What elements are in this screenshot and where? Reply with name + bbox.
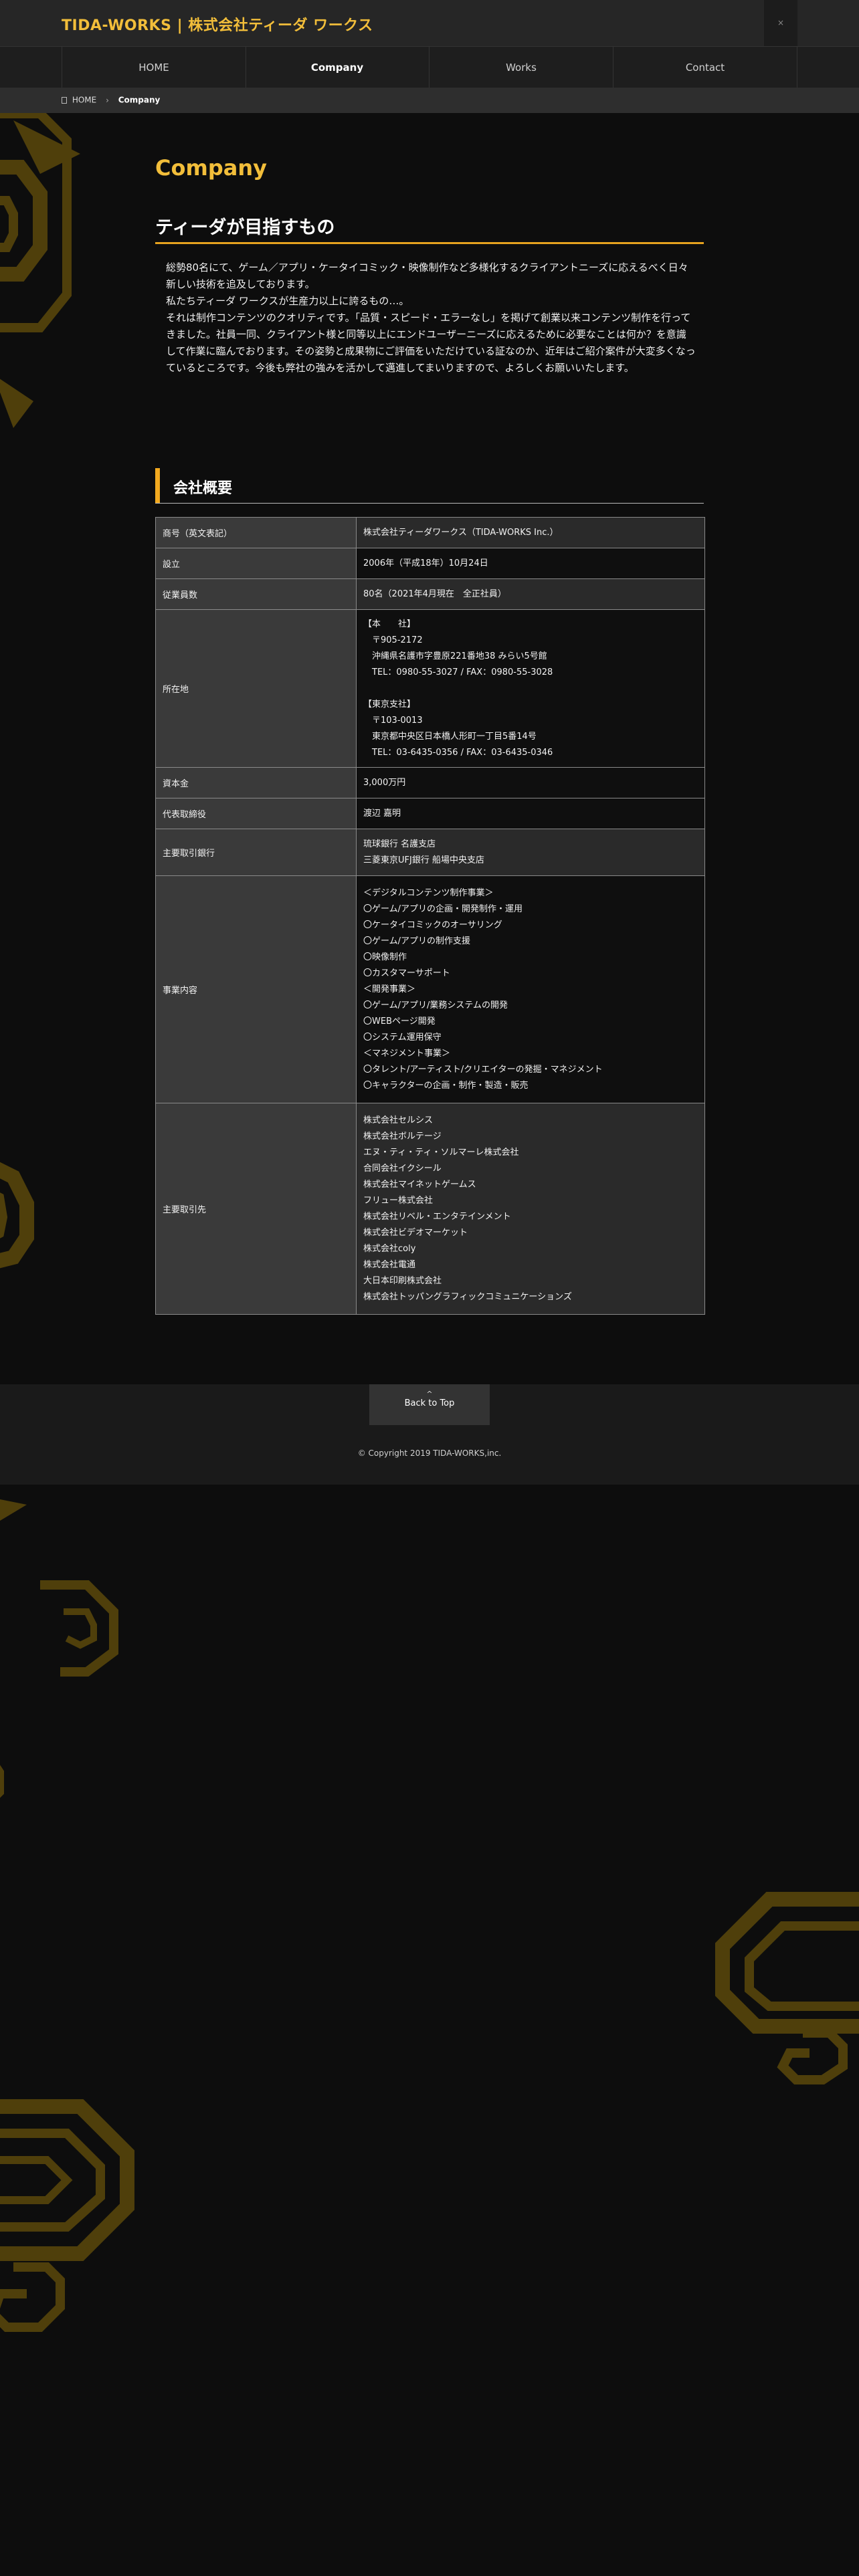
table-value-line: 【東京支社】 [363, 699, 416, 710]
table-value-cell: 2006年（平成18年）10月24日 [356, 548, 705, 579]
table-value-line: 〒905-2172 [363, 635, 423, 645]
table-header-cell: 事業内容 [155, 875, 357, 1103]
intro-paragraph: 総勢80名にて、ゲーム／アプリ・ケータイコミック・映像制作など多様化するクライア… [166, 261, 688, 290]
table-value-line: 株式会社リベル・エンタテインメント [363, 1211, 511, 1222]
table-value-line: 〇ゲーム/アプリの企画・開発制作・運用 [363, 903, 522, 914]
table-value-line: 〇タレント/アーティスト/クリエイターの発掘・マネジメント [363, 1064, 603, 1075]
table-header-cell: 所在地 [155, 609, 357, 768]
table-value-line: 株式会社セルシス [363, 1115, 434, 1125]
table-row: 資本金 3,000万円 [155, 767, 705, 798]
chevron-right-icon: › [106, 95, 109, 105]
table-value-line: 〇システム運用保守 [363, 1032, 442, 1043]
table-header-cell: 主要取引先 [155, 1103, 357, 1315]
section-title-overview: 会社概要 [155, 468, 704, 504]
table-value-line: TEL：03-6435-0356 / FAX：03-6435-0346 [363, 747, 553, 758]
table-row: 従業員数 80名（2021年4月現在 全正社員） [155, 578, 705, 610]
back-to-top-label: Back to Top [404, 1398, 455, 1408]
breadcrumb-home-link[interactable]: HOME [72, 96, 96, 105]
table-value-line: 琉球銀行 名護支店 [363, 839, 436, 849]
table-value-cell: 株式会社ティーダワークス（TIDA-WORKS Inc.） [356, 517, 705, 548]
global-nav: HOME Company Works Contact [0, 46, 859, 88]
table-header-cell: 代表取締役 [155, 798, 357, 829]
home-icon [62, 96, 67, 104]
table-value-line: 2006年（平成18年）10月24日 [363, 558, 488, 568]
section-title-text: 会社概要 [173, 480, 233, 497]
close-icon: × [777, 18, 785, 27]
table-row: 商号（英文表記） 株式会社ティーダワークス（TIDA-WORKS Inc.） [155, 517, 705, 548]
table-value-line [363, 681, 698, 697]
table-value-line: 〇ゲーム/アプリ/業務システムの開発 [363, 1000, 508, 1010]
table-header-cell: 資本金 [155, 767, 357, 798]
table-value-line: 株式会社ビデオマーケット [363, 1227, 468, 1238]
section-title-bar [155, 468, 160, 503]
table-row: 所在地 【本 社】 〒905-2172 沖縄県名護市字豊原221番地38 みらい5… [155, 609, 705, 768]
table-value-line: ＜マネジメント事業＞ [363, 1048, 451, 1059]
table-row: 主要取引先 株式会社セルシス 株式会社ボルテージエヌ・ティ・ティ・ソルマーレ株式会社… [155, 1103, 705, 1315]
table-value-line: ＜開発事業＞ [363, 984, 416, 994]
table-value-line: 大日本印刷株式会社 [363, 1275, 442, 1286]
table-header-cell: 主要取引銀行 [155, 829, 357, 876]
site-title[interactable]: TIDA-WORKS | 株式会社ティーダ ワークス [62, 13, 373, 35]
table-value-line: 株式会社ティーダワークス（TIDA-WORKS Inc.） [363, 527, 559, 538]
nav-item-company[interactable]: Company [246, 47, 430, 88]
table-value-line: 〇キャラクターの企画・制作・製造・販売 [363, 1080, 529, 1091]
table-header-cell: 商号（英文表記） [155, 517, 357, 548]
top-header: TIDA-WORKS | 株式会社ティーダ ワークス × [0, 0, 859, 46]
nav-item-home[interactable]: HOME [62, 47, 246, 88]
breadcrumb-current: Company [118, 95, 161, 105]
table-value-line: 〇ケータイコミックのオーサリング [363, 920, 502, 930]
table-value-line: 三菱東京UFJ銀行 船場中央支店 [363, 855, 484, 865]
table-value-line: 〇映像制作 [363, 952, 407, 962]
section-underline [155, 242, 704, 244]
table-value-cell: 3,000万円 [356, 767, 705, 798]
table-value-line: 株式会社coly [363, 1243, 416, 1254]
breadcrumb-bar: HOME › Company [0, 88, 859, 113]
table-row: 代表取締役 渡辺 嘉明 [155, 798, 705, 829]
table-value-line: 3,000万円 [363, 777, 406, 788]
table-row: 設立 2006年（平成18年）10月24日 [155, 548, 705, 579]
table-value-line: 東京都中央区日本橋人形町一丁目5番14号 [363, 731, 537, 742]
table-value-cell: ＜デジタルコンテンツ制作事業＞ 〇ゲーム/アプリの企画・開発制作・運用 〇ケータイコ… [356, 875, 705, 1103]
table-value-line: 株式会社ボルテージ [363, 1131, 442, 1142]
menu-toggle-button[interactable]: × [764, 0, 797, 46]
table-value-cell: 株式会社セルシス 株式会社ボルテージエヌ・ティ・ティ・ソルマーレ株式会社 合同会社イ… [356, 1103, 705, 1315]
intro-text: 総勢80名にて、ゲーム／アプリ・ケータイコミック・映像制作など多様化するクライア… [166, 259, 696, 377]
table-value-line: 株式会社電通 [363, 1259, 416, 1270]
table-value-line: 〇ゲーム/アプリの制作支援 [363, 936, 470, 946]
intro-paragraph: 私たちティーダ ワークスが生産力以上に誇るもの…。 [166, 295, 409, 307]
intro-paragraph: それは制作コンテンツのクオリティです。「品質・スピード・エラーなし」を掲げて創業… [166, 312, 696, 374]
table-value-cell: 渡辺 嘉明 [356, 798, 705, 829]
nav-item-works[interactable]: Works [430, 47, 613, 88]
table-header-cell: 従業員数 [155, 578, 357, 610]
table-value-line: 株式会社トッパングラフィックコミュニケーションズ [363, 1291, 572, 1302]
table-value-cell: 琉球銀行 名護支店三菱東京UFJ銀行 船場中央支店 [356, 829, 705, 876]
table-value-line: 株式会社マイネットゲームス [363, 1179, 476, 1190]
table-value-line: ＜デジタルコンテンツ制作事業＞ [363, 887, 494, 898]
breadcrumb: HOME › Company [62, 95, 160, 105]
table-value-line: エヌ・ティ・ティ・ソルマーレ株式会社 [363, 1147, 519, 1158]
chevron-up-icon: ^ [426, 1390, 433, 1398]
company-overview-table: 商号（英文表記） 株式会社ティーダワークス（TIDA-WORKS Inc.） 設立 2… [155, 517, 705, 1315]
table-value-cell: 80名（2021年4月現在 全正社員） [356, 578, 705, 610]
table-value-line: 80名（2021年4月現在 全正社員） [363, 588, 506, 599]
page-title: Company [155, 155, 267, 181]
table-value-line: 合同会社イクシール [363, 1163, 442, 1174]
table-value-line: フリュー株式会社 [363, 1195, 434, 1206]
table-value-line: TEL：0980-55-3027 / FAX：0980-55-3028 [363, 667, 553, 677]
table-value-cell: 【本 社】 〒905-2172 沖縄県名護市字豊原221番地38 みらい5号館 … [356, 609, 705, 768]
back-to-top-button[interactable]: ^ Back to Top [369, 1384, 490, 1425]
copyright: © Copyright 2019 TIDA-WORKS,inc. [357, 1448, 502, 1458]
table-value-line: 〒103-0013 [363, 715, 423, 726]
table-value-line: 沖縄県名護市字豊原221番地38 みらい5号館 [363, 651, 547, 661]
table-value-line: 〇WEBページ開発 [363, 1016, 436, 1027]
table-header-cell: 設立 [155, 548, 357, 579]
table-value-line: 渡辺 嘉明 [363, 808, 401, 819]
section-title-vision: ティーダが目指すもの [155, 217, 335, 238]
table-row: 主要取引銀行 琉球銀行 名護支店三菱東京UFJ銀行 船場中央支店 [155, 829, 705, 876]
nav-item-contact[interactable]: Contact [613, 47, 797, 88]
table-value-line: 【本 社】 [363, 619, 416, 629]
table-row: 事業内容 ＜デジタルコンテンツ制作事業＞ 〇ゲーム/アプリの企画・開発制作・運用 〇ケ… [155, 875, 705, 1103]
table-value-line: 〇カスタマーサポート [363, 968, 450, 978]
